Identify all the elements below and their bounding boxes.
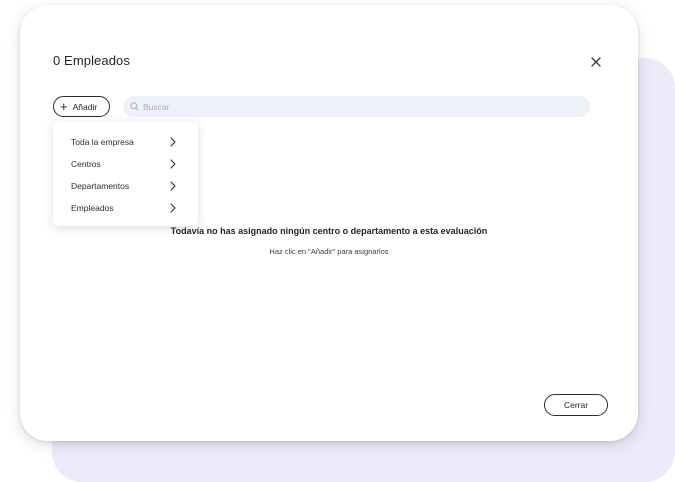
add-button-label: Añadir: [72, 101, 98, 112]
close-icon[interactable]: [590, 55, 602, 67]
add-button[interactable]: + Añadir: [53, 96, 110, 117]
empty-state-subtitle: Haz clic en "Añadir" para asignarlos: [269, 247, 389, 256]
menu-item-label: Departamentos: [71, 181, 130, 191]
modal-title: 0 Empleados: [53, 53, 130, 68]
menu-item-centros[interactable]: Centros: [53, 153, 198, 175]
menu-item-toda-la-empresa[interactable]: Toda la empresa: [53, 131, 198, 153]
search-icon: [130, 98, 139, 116]
empty-state-title: Todavía no has asignado ningún centro o …: [170, 226, 488, 236]
menu-item-label: Empleados: [71, 203, 114, 213]
search-input[interactable]: [143, 101, 573, 112]
chevron-right-icon: [170, 181, 176, 191]
chevron-right-icon: [170, 159, 176, 169]
menu-item-label: Centros: [71, 159, 101, 169]
menu-item-empleados[interactable]: Empleados: [53, 197, 198, 219]
chevron-right-icon: [170, 203, 176, 213]
menu-item-departamentos[interactable]: Departamentos: [53, 175, 198, 197]
close-button[interactable]: Cerrar: [544, 394, 608, 416]
plus-icon: +: [60, 98, 68, 114]
search-bar[interactable]: [123, 96, 590, 117]
assign-employees-modal: 0 Empleados + Añadir Toda la empresa Cen…: [20, 5, 638, 441]
close-button-label: Cerrar: [563, 400, 589, 410]
chevron-right-icon: [170, 137, 176, 147]
add-dropdown-menu: Toda la empresa Centros Departamentos Em…: [53, 122, 198, 226]
menu-item-label: Toda la empresa: [71, 137, 134, 147]
